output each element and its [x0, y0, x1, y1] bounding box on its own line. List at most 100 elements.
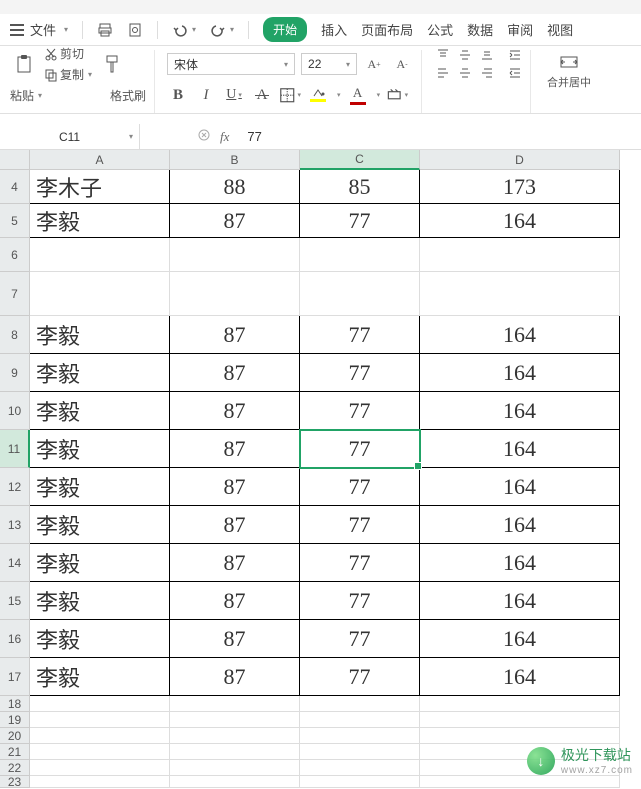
cell[interactable]: 77 — [300, 658, 420, 696]
cell[interactable]: 87 — [170, 506, 300, 544]
align-left-icon[interactable] — [434, 65, 452, 81]
strikethrough-button[interactable]: A — [251, 84, 273, 106]
cell[interactable]: 87 — [170, 316, 300, 354]
cell[interactable]: 77 — [300, 354, 420, 392]
cell[interactable] — [30, 744, 170, 760]
column-header[interactable]: B — [170, 150, 300, 170]
cell[interactable] — [420, 272, 620, 316]
row-header[interactable]: 23 — [0, 776, 30, 788]
cell[interactable] — [300, 728, 420, 744]
cell[interactable]: 李毅 — [30, 430, 170, 468]
row-header[interactable]: 15 — [0, 582, 30, 620]
cell[interactable] — [170, 712, 300, 728]
cell[interactable] — [30, 760, 170, 776]
cell[interactable]: 77 — [300, 468, 420, 506]
cell[interactable]: 164 — [420, 506, 620, 544]
cell[interactable] — [30, 728, 170, 744]
cell[interactable]: 164 — [420, 582, 620, 620]
tab-formulas[interactable]: 公式 — [427, 20, 453, 39]
align-right-icon[interactable] — [478, 65, 496, 81]
cell[interactable] — [170, 776, 300, 788]
cell[interactable] — [30, 776, 170, 788]
increase-font-icon[interactable]: A+ — [363, 53, 385, 75]
cell[interactable] — [420, 696, 620, 712]
cell[interactable]: 77 — [300, 506, 420, 544]
paste-label-button[interactable]: 粘贴▾ — [10, 87, 42, 104]
cell[interactable] — [420, 238, 620, 272]
cell[interactable]: 87 — [170, 430, 300, 468]
cell[interactable] — [420, 712, 620, 728]
cell[interactable] — [300, 272, 420, 316]
file-menu[interactable]: 文件 ▾ — [10, 20, 68, 39]
cell[interactable]: 李木子 — [30, 170, 170, 204]
cell[interactable]: 77 — [300, 430, 420, 468]
row-header[interactable]: 9 — [0, 354, 30, 392]
tab-view[interactable]: 视图 — [547, 20, 573, 39]
row-header[interactable]: 12 — [0, 468, 30, 506]
cell[interactable] — [170, 760, 300, 776]
cell[interactable]: 77 — [300, 316, 420, 354]
name-box[interactable]: C11 ▾ — [0, 124, 140, 149]
cell[interactable]: 77 — [300, 620, 420, 658]
cut-button[interactable]: 剪切 — [44, 45, 92, 62]
cell[interactable]: 164 — [420, 354, 620, 392]
paste-button[interactable] — [10, 52, 38, 76]
row-header[interactable]: 6 — [0, 238, 30, 272]
row-header[interactable]: 7 — [0, 272, 30, 316]
cell[interactable]: 164 — [420, 658, 620, 696]
cell[interactable]: 77 — [300, 204, 420, 238]
cell[interactable] — [300, 744, 420, 760]
cell[interactable] — [300, 712, 420, 728]
select-all-corner[interactable] — [0, 150, 30, 170]
cell[interactable]: 87 — [170, 658, 300, 696]
font-color-button[interactable]: A — [347, 84, 369, 106]
font-name-select[interactable]: 宋体▾ — [167, 53, 295, 75]
cell[interactable] — [30, 712, 170, 728]
cell[interactable]: 164 — [420, 392, 620, 430]
cell[interactable]: 李毅 — [30, 582, 170, 620]
cell[interactable] — [170, 744, 300, 760]
row-header[interactable]: 11 — [0, 430, 30, 468]
tab-data[interactable]: 数据 — [467, 20, 493, 39]
cell[interactable]: 87 — [170, 392, 300, 430]
cell[interactable]: 164 — [420, 430, 620, 468]
print-preview-icon[interactable] — [127, 22, 143, 38]
cell[interactable]: 88 — [170, 170, 300, 204]
cell[interactable]: 85 — [300, 170, 420, 204]
underline-button[interactable]: U▾ — [223, 84, 245, 106]
borders-button[interactable]: ▾ — [279, 84, 301, 106]
cell[interactable] — [300, 238, 420, 272]
align-center-icon[interactable] — [456, 65, 474, 81]
bold-button[interactable]: B — [167, 84, 189, 106]
row-header[interactable]: 20 — [0, 728, 30, 744]
cell[interactable] — [30, 238, 170, 272]
align-bottom-icon[interactable] — [478, 47, 496, 63]
cell[interactable]: 164 — [420, 544, 620, 582]
cell[interactable]: 77 — [300, 582, 420, 620]
cell[interactable] — [170, 238, 300, 272]
indent-decrease-icon[interactable] — [508, 48, 522, 62]
cell[interactable]: 77 — [300, 544, 420, 582]
cell[interactable]: 李毅 — [30, 620, 170, 658]
cell[interactable]: 164 — [420, 620, 620, 658]
cell[interactable]: 87 — [170, 354, 300, 392]
row-header[interactable]: 14 — [0, 544, 30, 582]
column-header[interactable]: A — [30, 150, 170, 170]
decrease-font-icon[interactable]: A- — [391, 53, 413, 75]
cell[interactable] — [300, 696, 420, 712]
fill-color-button[interactable] — [307, 84, 329, 106]
redo-button[interactable]: ▾ — [210, 22, 234, 38]
cell[interactable]: 李毅 — [30, 544, 170, 582]
cancel-icon[interactable] — [198, 129, 210, 144]
cell[interactable]: 77 — [300, 392, 420, 430]
cell[interactable]: 164 — [420, 468, 620, 506]
cell[interactable]: 李毅 — [30, 658, 170, 696]
cell[interactable]: 李毅 — [30, 316, 170, 354]
column-header[interactable]: D — [420, 150, 620, 170]
indent-increase-icon[interactable] — [508, 66, 522, 80]
row-header[interactable]: 5 — [0, 204, 30, 238]
undo-button[interactable]: ▾ — [172, 22, 196, 38]
tab-insert[interactable]: 插入 — [321, 20, 347, 39]
italic-button[interactable]: I — [195, 84, 217, 106]
row-header[interactable]: 13 — [0, 506, 30, 544]
